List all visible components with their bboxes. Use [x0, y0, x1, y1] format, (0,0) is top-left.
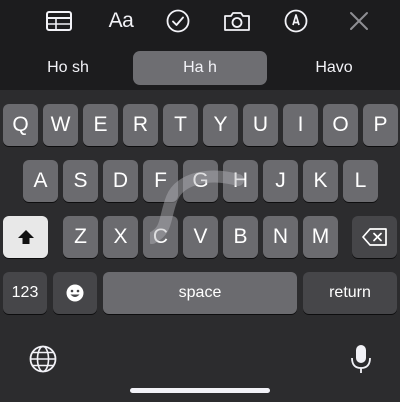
key-d[interactable]: D: [103, 160, 138, 202]
notes-keyboard-screen: Aa Ho sh Ha h Havo Q W E R T Y U I O P A…: [0, 0, 400, 402]
key-u[interactable]: U: [243, 104, 278, 146]
key-m[interactable]: M: [303, 216, 338, 258]
keyboard: Q W E R T Y U I O P A S D F G H J K L Z …: [0, 90, 400, 402]
return-key[interactable]: return: [303, 272, 397, 314]
close-icon[interactable]: [344, 7, 374, 35]
suggestion-1-label: Ho sh: [47, 59, 89, 76]
predictive-suggestion-bar: Ho sh Ha h Havo: [0, 46, 400, 90]
key-l[interactable]: L: [343, 160, 378, 202]
key-g[interactable]: G: [183, 160, 218, 202]
key-v[interactable]: V: [183, 216, 218, 258]
backspace-icon: [361, 228, 387, 246]
markup-pen-icon[interactable]: [281, 7, 311, 35]
home-indicator[interactable]: [130, 388, 270, 393]
suggestion-3[interactable]: Havo: [284, 51, 384, 85]
key-f[interactable]: F: [143, 160, 178, 202]
key-t[interactable]: T: [163, 104, 198, 146]
key-y[interactable]: Y: [203, 104, 238, 146]
key-q[interactable]: Q: [3, 104, 38, 146]
shift-key[interactable]: [3, 216, 48, 258]
text-format-label: Aa: [108, 9, 134, 32]
key-w[interactable]: W: [43, 104, 78, 146]
text-format-icon[interactable]: Aa: [104, 7, 138, 35]
key-b[interactable]: B: [223, 216, 258, 258]
suggestion-2[interactable]: Ha h: [133, 51, 267, 85]
key-k[interactable]: K: [303, 160, 338, 202]
camera-icon[interactable]: [222, 7, 252, 35]
emoji-icon: [66, 284, 84, 302]
shift-icon: [17, 230, 34, 244]
key-z[interactable]: Z: [63, 216, 98, 258]
key-o[interactable]: O: [323, 104, 358, 146]
key-c[interactable]: C: [143, 216, 178, 258]
key-n[interactable]: N: [263, 216, 298, 258]
space-key[interactable]: space: [103, 272, 297, 314]
suggestion-1[interactable]: Ho sh: [18, 51, 118, 85]
key-h[interactable]: H: [223, 160, 258, 202]
key-r[interactable]: R: [123, 104, 158, 146]
key-p[interactable]: P: [363, 104, 398, 146]
key-a[interactable]: A: [23, 160, 58, 202]
globe-icon[interactable]: [26, 342, 60, 376]
key-x[interactable]: X: [103, 216, 138, 258]
microphone-icon[interactable]: [344, 342, 378, 376]
key-i[interactable]: I: [283, 104, 318, 146]
numbers-key[interactable]: 123: [3, 272, 47, 314]
key-j[interactable]: J: [263, 160, 298, 202]
backspace-key[interactable]: [352, 216, 397, 258]
suggestion-2-label: Ha h: [183, 59, 217, 76]
key-s[interactable]: S: [63, 160, 98, 202]
key-e[interactable]: E: [83, 104, 118, 146]
emoji-key[interactable]: [53, 272, 97, 314]
suggestion-3-label: Havo: [315, 59, 353, 76]
checklist-icon[interactable]: [163, 7, 193, 35]
table-icon[interactable]: [44, 7, 74, 35]
format-toolbar: Aa: [0, 0, 400, 44]
